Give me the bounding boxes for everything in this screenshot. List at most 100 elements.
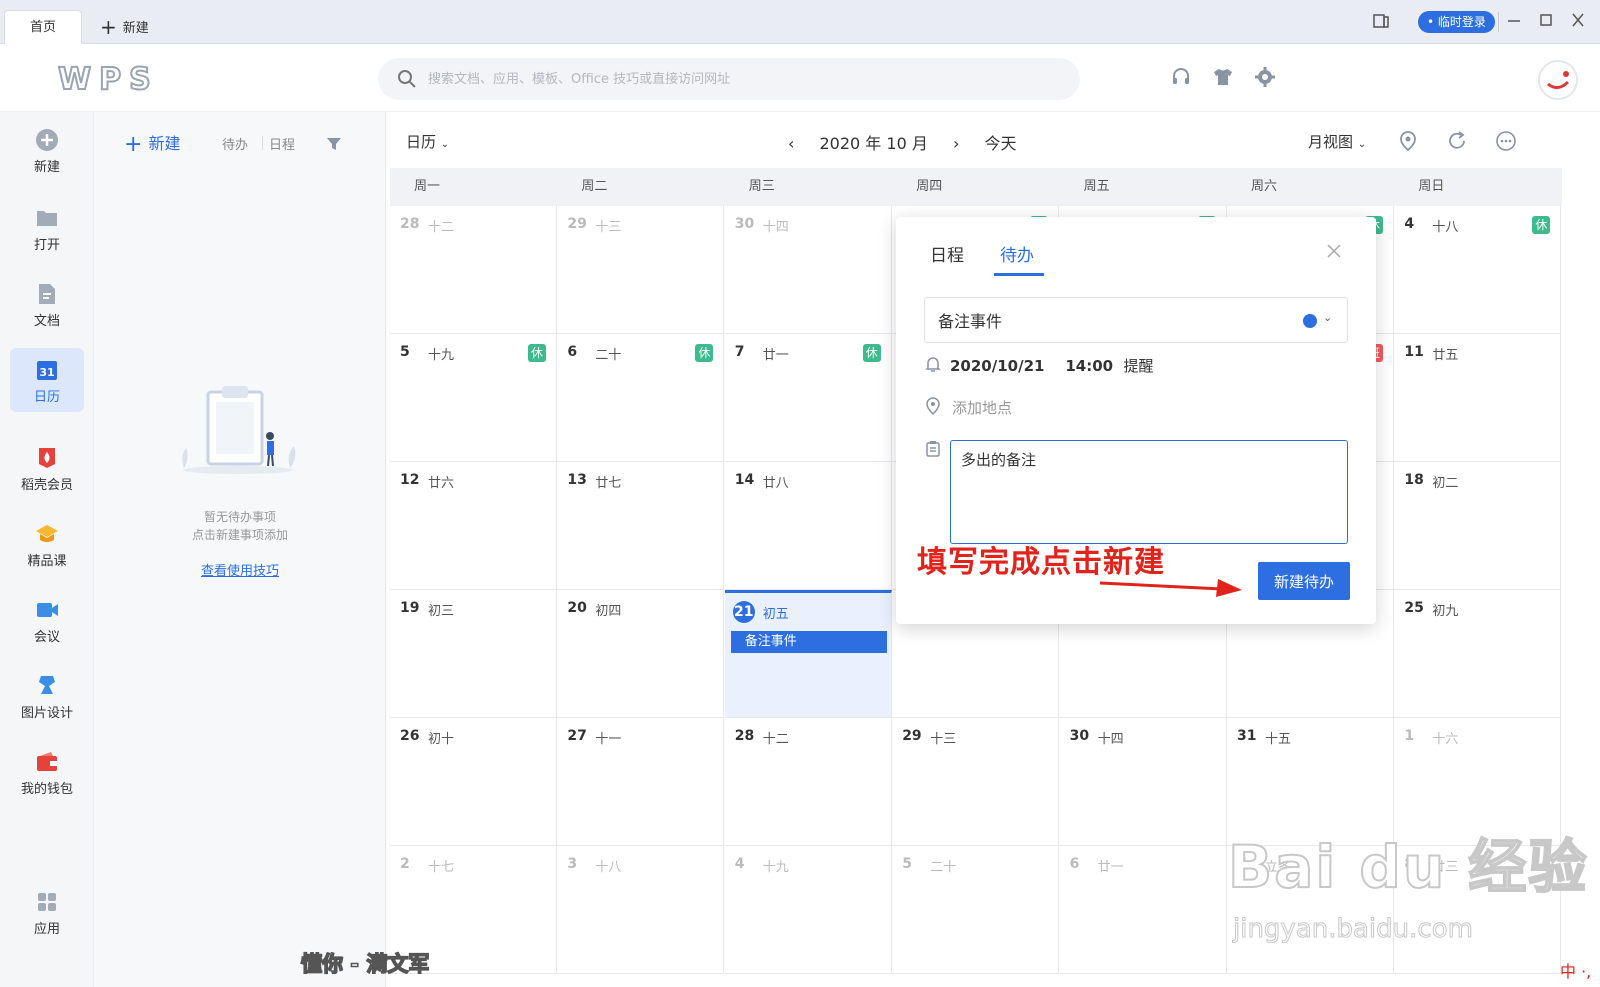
- docer-member-icon: [39, 448, 55, 468]
- skin-tshirt-icon[interactable]: [1212, 66, 1234, 88]
- day-cell[interactable]: 21 初五 备注事件: [724, 590, 892, 718]
- tab-new[interactable]: + 新建: [100, 10, 149, 44]
- document-icon: [39, 284, 55, 304]
- dialog-tab-schedule[interactable]: 日程: [930, 241, 964, 266]
- temporary-login-badge[interactable]: • 临时登录: [1418, 11, 1495, 33]
- search-input[interactable]: [428, 58, 1048, 100]
- nav-picture-design[interactable]: 图片设计: [10, 664, 84, 728]
- todo-new-button[interactable]: + 新建: [124, 130, 180, 157]
- next-month-icon[interactable]: ›: [953, 134, 959, 153]
- lunar-date: 廿一: [1097, 860, 1124, 875]
- location-pin-icon[interactable]: [1398, 130, 1418, 152]
- day-cell[interactable]: 29 十三: [892, 718, 1060, 846]
- user-avatar[interactable]: [1538, 60, 1578, 100]
- day-cell[interactable]: 5 二十: [892, 846, 1060, 974]
- color-picker-dot[interactable]: [1303, 314, 1317, 328]
- settings-gear-icon[interactable]: [1254, 66, 1276, 88]
- tab-home[interactable]: 首页: [4, 10, 82, 44]
- day-cell[interactable]: 6 二十 休: [557, 334, 725, 462]
- calendar-event[interactable]: 备注事件: [730, 631, 887, 653]
- lunar-date: 十九: [762, 860, 789, 875]
- weekday-6: 周日: [1418, 179, 1445, 194]
- refresh-icon[interactable]: [1446, 130, 1468, 152]
- day-cell[interactable]: 19 初三: [390, 590, 557, 718]
- day-number: 30: [1069, 728, 1090, 744]
- day-cell[interactable]: 25 初九: [1394, 590, 1562, 718]
- weekday-header: 周一 周二 周三 周四 周五 周六 周日: [390, 168, 1562, 206]
- day-cell[interactable]: 7 廿一 休: [724, 334, 892, 462]
- day-number: 14: [734, 472, 755, 488]
- nav-meeting-label: 会议: [33, 630, 60, 645]
- day-cell[interactable]: 18 初二: [1394, 462, 1562, 590]
- day-cell[interactable]: 13 廿七: [557, 462, 725, 590]
- reminder-label: 提醒: [1123, 357, 1154, 375]
- nav-wallet[interactable]: 我的钱包: [10, 740, 84, 804]
- day-cell[interactable]: 28 十二: [390, 206, 557, 334]
- day-number: 18: [1404, 472, 1424, 488]
- divider: [262, 136, 263, 150]
- filter-todo[interactable]: 待办: [222, 134, 248, 153]
- empty-clipboard-illustration: [182, 386, 296, 474]
- holiday-badge: 休: [862, 344, 881, 362]
- day-cell[interactable]: 5 十九 休: [390, 334, 557, 462]
- day-cell[interactable]: 6 廿一: [1059, 846, 1227, 974]
- maximize-icon[interactable]: [1538, 10, 1554, 30]
- day-cell[interactable]: 27 十一: [557, 718, 725, 846]
- view-mode-label: 月视图: [1308, 133, 1354, 151]
- note-textarea[interactable]: [950, 440, 1348, 544]
- today-button[interactable]: 今天: [984, 134, 1016, 153]
- create-todo-button[interactable]: 新建待办: [1258, 562, 1350, 600]
- day-cell[interactable]: 11 廿五: [1394, 334, 1562, 462]
- close-icon[interactable]: [1326, 243, 1342, 259]
- day-cell[interactable]: 4 十九: [724, 846, 892, 974]
- day-cell[interactable]: 4 十八 休: [1394, 206, 1562, 334]
- day-cell[interactable]: 12 廿六: [390, 462, 557, 590]
- todo-title-input[interactable]: [938, 298, 1278, 342]
- nav-open[interactable]: 打开: [10, 196, 84, 260]
- usage-tips-link[interactable]: 查看使用技巧: [94, 560, 386, 579]
- minimize-icon[interactable]: [1506, 10, 1522, 30]
- nav-meeting[interactable]: 会议: [10, 588, 84, 652]
- filter-funnel-icon[interactable]: [326, 136, 342, 152]
- prev-month-icon[interactable]: ‹: [788, 134, 794, 153]
- nav-new[interactable]: 新建: [10, 118, 84, 182]
- day-cell[interactable]: 29 十三: [557, 206, 725, 334]
- nav-calendar[interactable]: 31 日历: [10, 348, 84, 412]
- wallet-icon: [37, 752, 57, 771]
- weekday-5: 周六: [1251, 179, 1278, 194]
- nav-wallet-label: 我的钱包: [20, 782, 73, 797]
- day-number: 4: [734, 856, 745, 872]
- nav-premium-course[interactable]: 精品课: [10, 512, 84, 576]
- chevron-down-icon: ⌄: [440, 139, 450, 150]
- nav-premium-course-label: 精品课: [27, 554, 67, 569]
- close-window-icon[interactable]: [1570, 10, 1586, 30]
- day-cell[interactable]: 28 十二: [724, 718, 892, 846]
- day-cell[interactable]: 14 廿八: [724, 462, 892, 590]
- nav-documents[interactable]: 文档: [10, 272, 84, 336]
- view-mode-select[interactable]: 月视图 ⌄: [1308, 131, 1366, 152]
- day-cell[interactable]: 3 十八: [557, 846, 725, 974]
- chevron-down-icon[interactable]: ⌄: [1323, 311, 1332, 324]
- nav-apps[interactable]: 应用: [10, 880, 84, 944]
- layout-toggle-icon[interactable]: [1372, 12, 1390, 30]
- filter-schedule[interactable]: 日程: [269, 134, 295, 153]
- day-cell[interactable]: 20 初四: [557, 590, 725, 718]
- headset-icon[interactable]: [1170, 66, 1192, 88]
- baidu-url-watermark: jingyan.baidu.com: [1233, 914, 1474, 945]
- day-cell[interactable]: 30 十四: [1059, 718, 1227, 846]
- day-number: 12: [400, 472, 420, 488]
- day-cell[interactable]: 26 初十: [390, 718, 557, 846]
- lunar-date: 廿八: [762, 476, 789, 491]
- title-bar: 首页 + 新建 • 临时登录: [0, 0, 1600, 44]
- more-options-icon[interactable]: [1495, 130, 1517, 152]
- lunar-date: 初三: [428, 604, 455, 619]
- calendar-selector[interactable]: 日历 ⌄: [406, 131, 449, 152]
- day-cell[interactable]: 30 十四: [724, 206, 892, 334]
- search-icon: [398, 70, 416, 88]
- search-bar[interactable]: [378, 58, 1080, 100]
- day-number: 13: [567, 472, 587, 488]
- dialog-tab-todo[interactable]: 待办: [1000, 241, 1034, 266]
- day-number: 28: [400, 216, 420, 232]
- nav-docer-member[interactable]: 稻壳会员: [10, 436, 84, 500]
- day-number: 29: [902, 728, 922, 744]
